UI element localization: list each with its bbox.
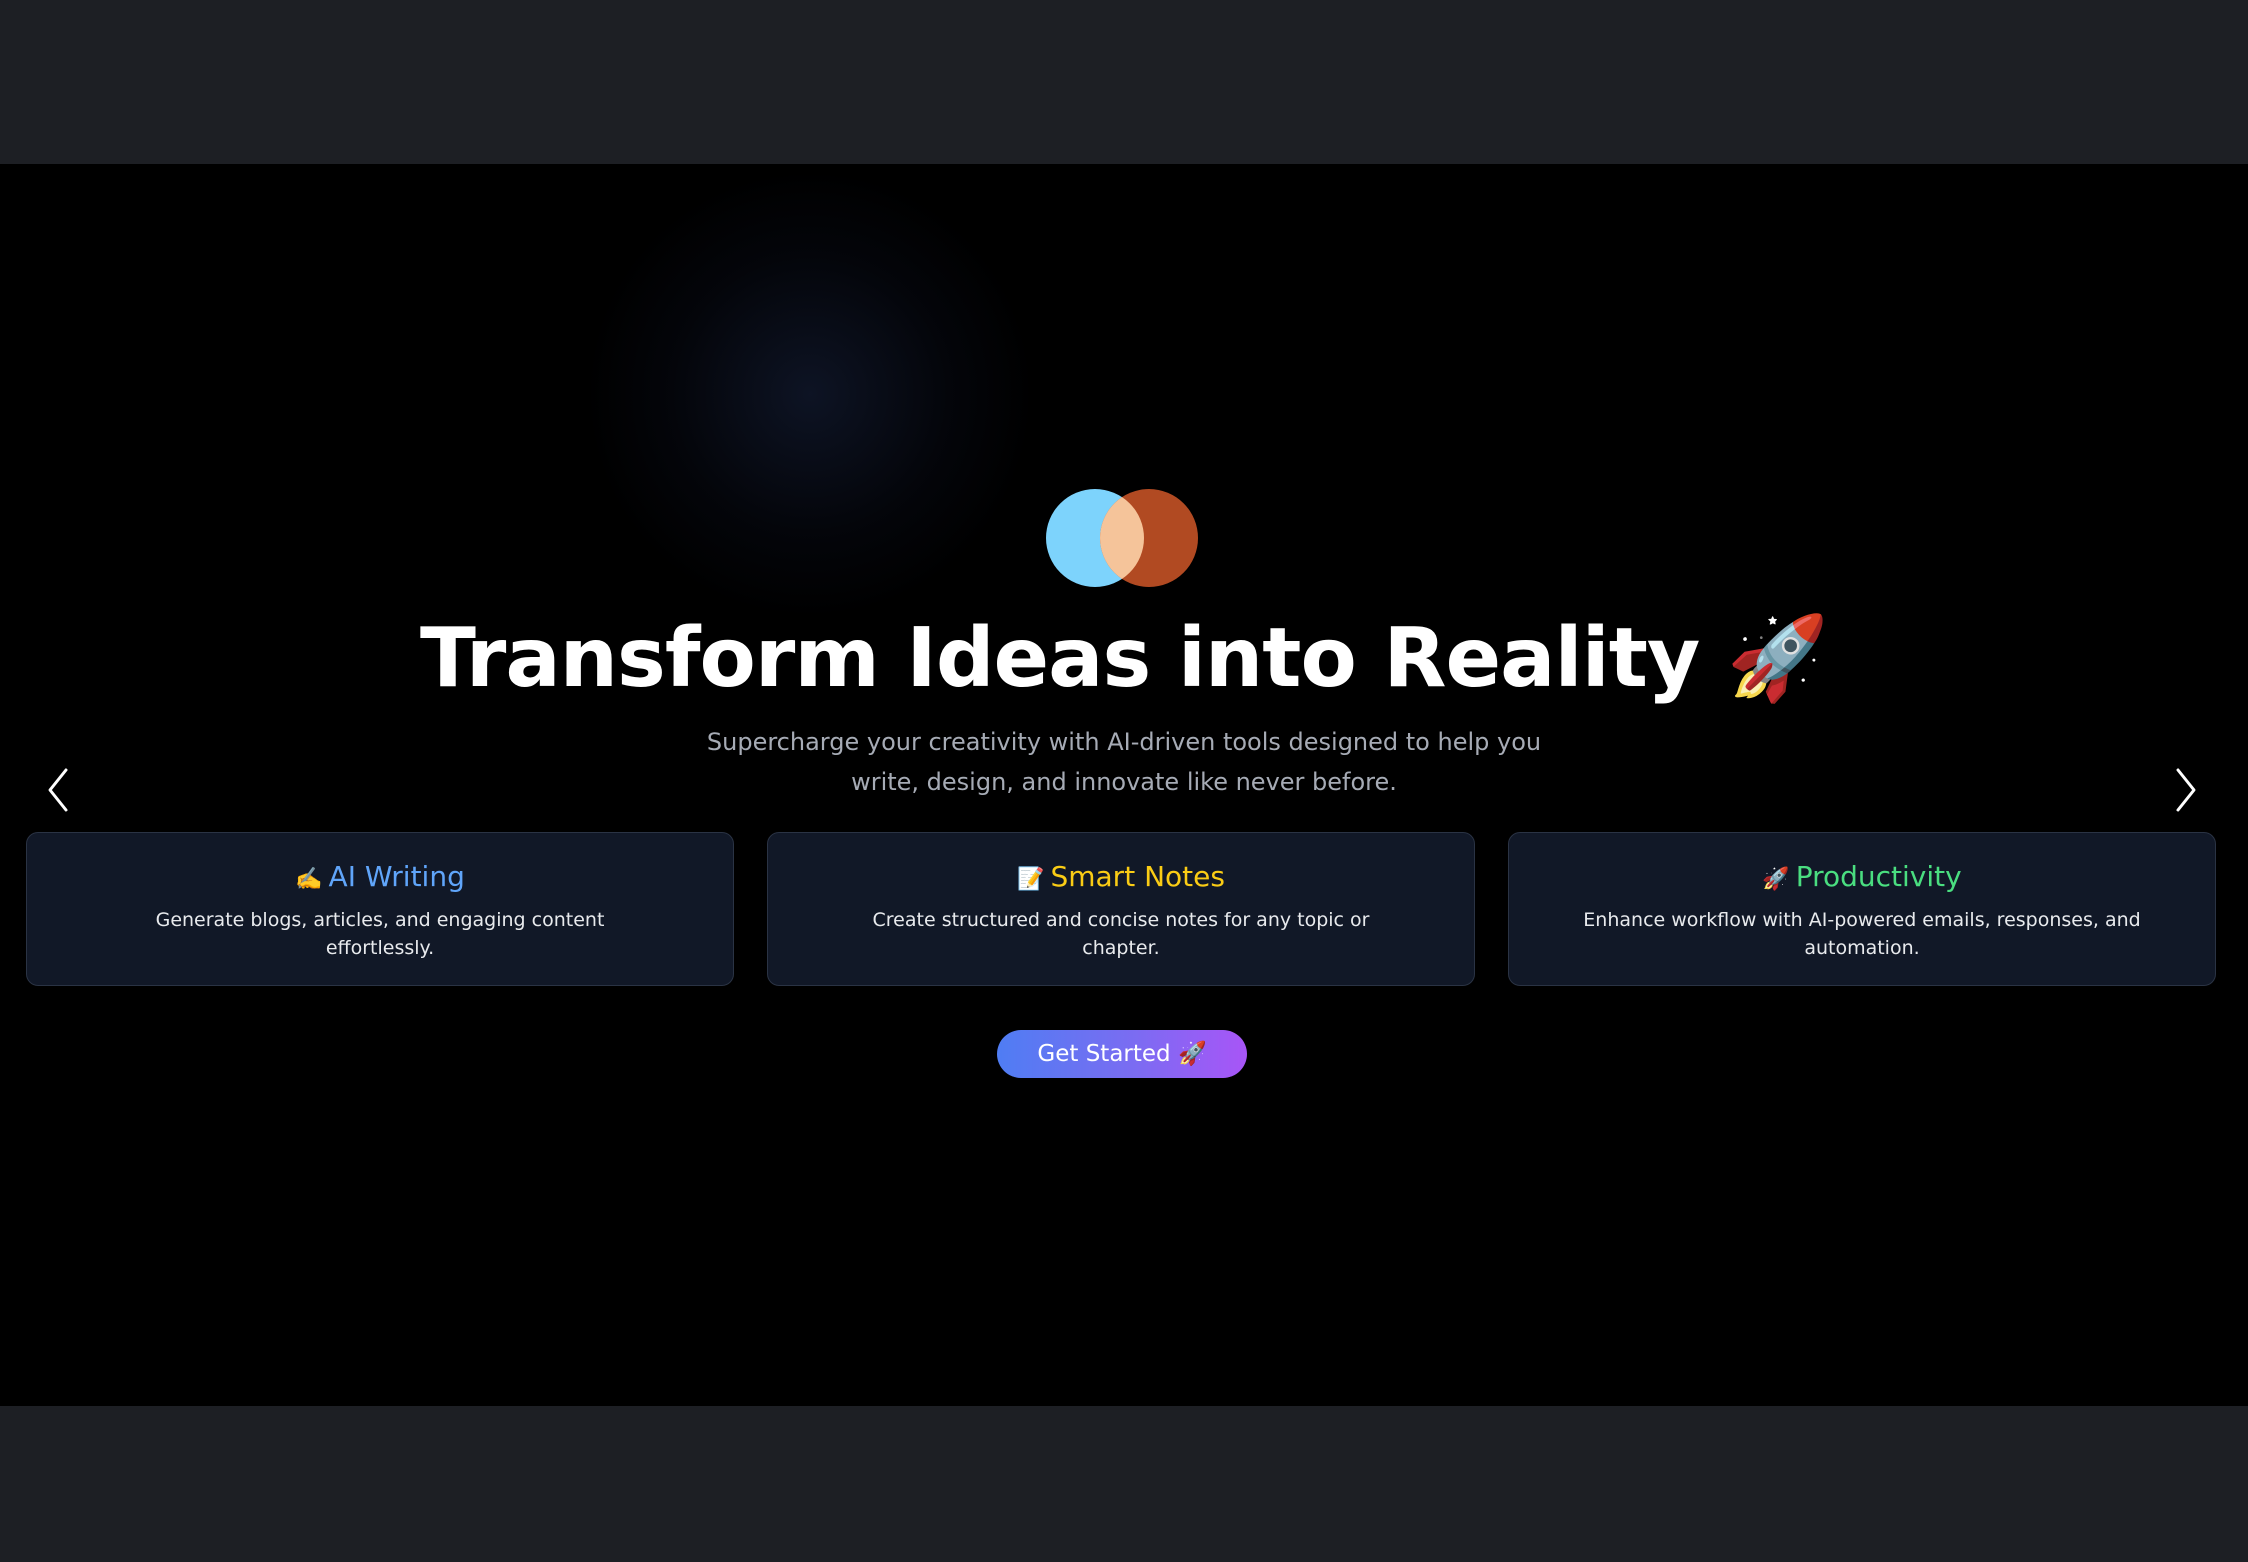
top-letterbox	[0, 0, 2248, 164]
feature-card-description: Generate blogs, articles, and engaging c…	[155, 909, 605, 959]
get-started-button[interactable]: Get Started 🚀	[997, 1030, 1247, 1078]
memo-icon: 📝	[1017, 867, 1045, 892]
feature-card-title-text: Productivity	[1795, 860, 1962, 893]
bottom-letterbox	[0, 1406, 2248, 1562]
feature-card-productivity[interactable]: 🚀 Productivity Enhance workflow with AI-p…	[1508, 832, 2216, 986]
carousel-prev-button[interactable]	[38, 760, 78, 820]
overlapping-circles-logo-icon	[1046, 489, 1198, 587]
feature-card-title-text: Smart Notes	[1050, 860, 1225, 893]
writing-hand-icon: ✍️	[295, 867, 323, 892]
hero-subtitle: Supercharge your creativity with AI-driv…	[706, 728, 1542, 796]
feature-card-smart-notes[interactable]: 📝 Smart Notes Create structured and conci…	[767, 832, 1475, 986]
feature-card-title: 🚀 Productivity	[1509, 859, 2215, 898]
feature-card-title: 📝 Smart Notes	[768, 859, 1474, 898]
carousel-next-button[interactable]	[2166, 760, 2206, 820]
feature-card-ai-writing[interactable]: ✍️ AI Writing Generate blogs, articles, a…	[26, 832, 734, 986]
feature-card-description: Create structured and concise notes for …	[872, 909, 1370, 959]
feature-card-title-text: AI Writing	[328, 860, 465, 893]
chevron-right-icon	[2176, 768, 2196, 812]
rocket-icon: 🚀	[1762, 867, 1790, 892]
chevron-left-icon	[48, 768, 68, 812]
hero-headline: Transform Ideas into Reality 🚀	[419, 611, 1829, 706]
hero-section: Transform Ideas into Reality 🚀 Superchar…	[0, 164, 2248, 1406]
background-glow	[590, 174, 1030, 614]
feature-card-title: ✍️ AI Writing	[27, 859, 733, 898]
feature-card-description: Enhance workflow with AI-powered emails,…	[1583, 909, 2141, 959]
